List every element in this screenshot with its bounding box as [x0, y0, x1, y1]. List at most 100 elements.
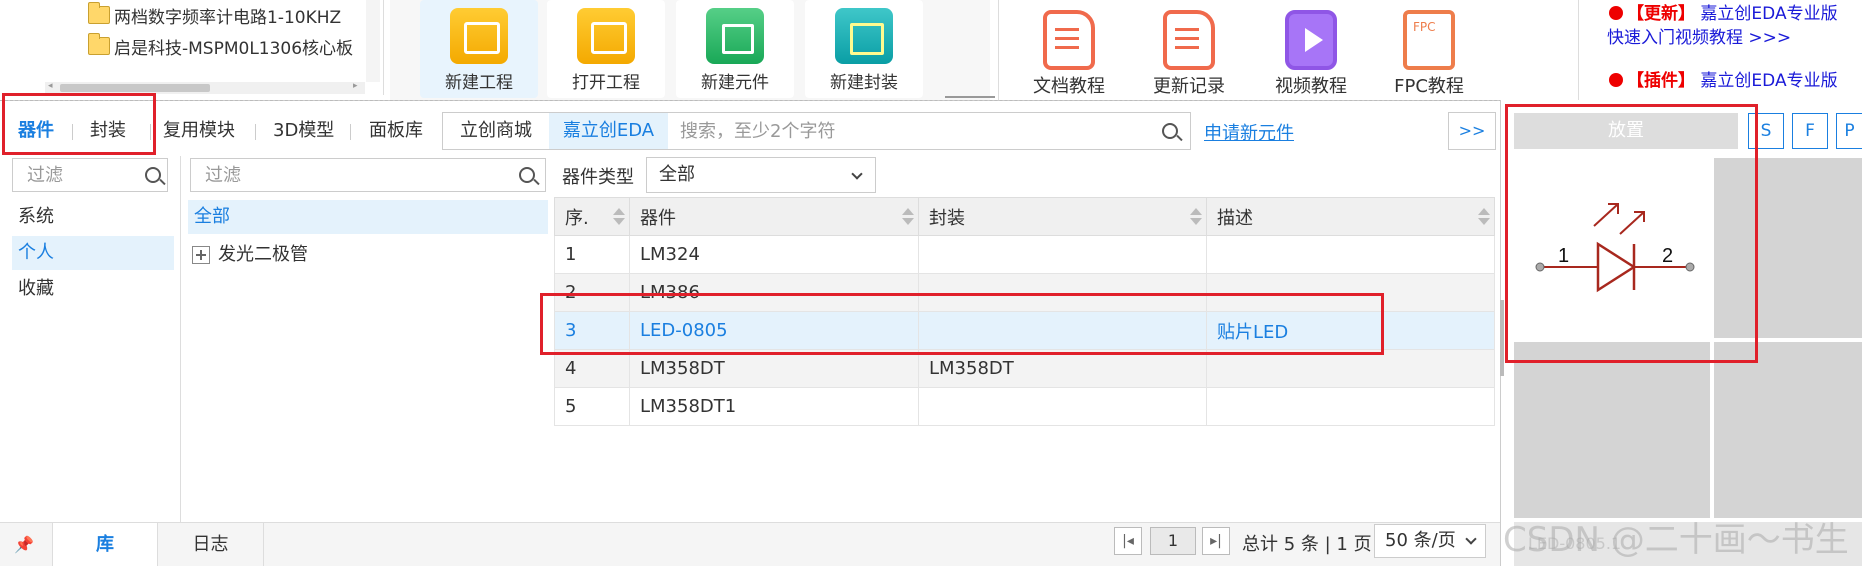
- tab-library[interactable]: 库: [52, 523, 158, 566]
- divider: [350, 124, 351, 140]
- video-tutorial-button[interactable]: 视频教程: [1251, 0, 1371, 98]
- new-footprint-button[interactable]: 新建封装: [805, 0, 923, 98]
- column-divider: [180, 156, 181, 522]
- folder-icon: [577, 8, 635, 64]
- column-header-device[interactable]: 器件: [629, 197, 919, 236]
- tree-filter-input[interactable]: [191, 159, 545, 191]
- fpc-tutorial-button[interactable]: FPC教程: [1369, 0, 1489, 98]
- new-component-button[interactable]: 新建元件: [676, 0, 794, 98]
- cell-index: 5: [554, 387, 630, 426]
- new-component-label: 新建元件: [701, 73, 769, 93]
- category-filter: [12, 158, 168, 192]
- cell-description: [1206, 349, 1495, 388]
- cell-index: 1: [554, 235, 630, 274]
- table-row[interactable]: 5 LM358DT1: [554, 387, 1495, 426]
- file-tree-item-label: 两档数字频率计电路1-10KHZ: [114, 7, 342, 28]
- category-system[interactable]: 系统: [12, 200, 174, 234]
- folder-icon: [88, 2, 110, 24]
- changelog-label: 更新记录: [1153, 76, 1225, 97]
- search-icon[interactable]: [1162, 123, 1178, 139]
- tab-reuse-module[interactable]: 复用模块: [163, 116, 235, 142]
- search-icon[interactable]: [519, 167, 535, 183]
- news-item[interactable]: 【更新】 嘉立创EDA专业版 快速入门视频教程 >>>: [1607, 3, 1838, 48]
- apply-new-component-link[interactable]: 申请新元件: [1204, 119, 1294, 145]
- device-type-label: 器件类型: [562, 167, 634, 188]
- file-tree-item[interactable]: 启是科技-MSPM0L1306核心板: [88, 31, 353, 61]
- search-icon[interactable]: [145, 167, 161, 183]
- search-input[interactable]: [668, 113, 1148, 149]
- expand-icon[interactable]: [192, 246, 210, 264]
- cell-index: 4: [554, 349, 630, 388]
- file-tree-item-label: 启是科技-MSPM0L1306核心板: [114, 38, 354, 59]
- expand-button[interactable]: >>: [1448, 112, 1496, 150]
- panel-resize-handle[interactable]: [1500, 300, 1504, 376]
- cell-footprint: LM358DT: [918, 349, 1207, 388]
- news-panel: 【更新】 嘉立创EDA专业版 快速入门视频教程 >>> 【插件】 嘉立创EDA专…: [1578, 0, 1862, 100]
- category-personal[interactable]: 个人: [12, 236, 174, 270]
- tab-panel-library[interactable]: 面板库: [369, 116, 423, 142]
- doc-tutorial-label: 文档教程: [1033, 76, 1105, 97]
- column-header-description[interactable]: 描述: [1206, 197, 1495, 236]
- file-tree-item[interactable]: 两档数字频率计电路1-10KHZ: [88, 0, 341, 30]
- bullet-icon: [1609, 73, 1623, 87]
- first-page-button[interactable]: |◂: [1114, 527, 1142, 555]
- source-jlc-eda-button[interactable]: 嘉立创EDA: [549, 112, 669, 150]
- cell-device: LM358DT1: [629, 387, 919, 426]
- column-header-index[interactable]: 序.: [554, 197, 630, 236]
- new-project-button[interactable]: 新建工程: [420, 0, 538, 98]
- pagination-total: 总计 5 条 | 1 页: [1242, 534, 1372, 555]
- search-box: [668, 112, 1191, 150]
- table-row[interactable]: 4 LM358DT LM358DT: [554, 349, 1495, 388]
- tree-filter: [190, 158, 546, 192]
- highlight-box: [540, 293, 1384, 355]
- category-filter-input[interactable]: [13, 159, 167, 191]
- open-project-button[interactable]: 打开工程: [547, 0, 665, 98]
- pcb-view-button[interactable]: P: [1836, 113, 1862, 149]
- chevron-down-icon: [851, 168, 863, 180]
- bullet-icon: [1609, 6, 1623, 20]
- news-item[interactable]: 【插件】 嘉立创EDA专业版: [1609, 70, 1838, 92]
- source-lcsc-button[interactable]: 立创商城: [442, 112, 550, 150]
- preview-pane: [1714, 342, 1862, 518]
- fpc-icon: [1403, 10, 1455, 70]
- highlight-box: [1505, 104, 1758, 363]
- doc-tutorial-button[interactable]: 文档教程: [1009, 0, 1129, 98]
- news-text[interactable]: 嘉立创EDA专业版: [1700, 4, 1837, 24]
- new-project-label: 新建工程: [445, 73, 513, 93]
- video-tutorial-label: 视频教程: [1275, 76, 1347, 97]
- changelog-button[interactable]: 更新记录: [1129, 0, 1249, 98]
- page-size-select[interactable]: 50 条/页: [1374, 524, 1486, 558]
- cell-device: LM358DT: [629, 349, 919, 388]
- tree-item-all[interactable]: 全部: [188, 200, 548, 234]
- file-tree-panel: 两档数字频率计电路1-10KHZ 启是科技-MSPM0L1306核心板: [40, 0, 384, 95]
- tab-log[interactable]: 日志: [158, 523, 264, 566]
- pin-icon[interactable]: 📌: [14, 535, 34, 554]
- cell-description: [1206, 387, 1495, 426]
- table-row[interactable]: 1 LM324: [554, 235, 1495, 274]
- device-type-select[interactable]: 全部: [646, 157, 876, 193]
- tab-3d-model[interactable]: 3D模型: [273, 116, 334, 142]
- docs-panel: 文档教程 更新记录 视频教程 FPC教程: [998, 0, 1576, 100]
- column-header-footprint[interactable]: 封装: [918, 197, 1207, 236]
- preview-pane: [1514, 342, 1710, 518]
- tree-item-led[interactable]: 发光二极管: [192, 240, 308, 270]
- footprint-view-button[interactable]: F: [1792, 113, 1828, 149]
- open-project-label: 打开工程: [572, 73, 640, 93]
- scroll-left-icon[interactable]: ◂: [48, 81, 53, 91]
- news-subtext[interactable]: 快速入门视频教程 >>>: [1607, 27, 1791, 49]
- new-footprint-label: 新建封装: [830, 73, 898, 93]
- vertical-scrollbar[interactable]: [366, 0, 380, 82]
- folder-icon: [450, 8, 508, 64]
- watermark: CSDN @二十画～书生: [1503, 520, 1849, 560]
- component-icon: [706, 8, 764, 64]
- quick-actions-panel: 新建工程 打开工程 新建元件 新建封装: [390, 0, 990, 100]
- scroll-right-icon[interactable]: ▸: [353, 81, 358, 91]
- scrollbar-thumb[interactable]: [60, 84, 210, 92]
- last-page-button[interactable]: ▸|: [1202, 527, 1230, 555]
- device-type-value: 全部: [659, 164, 695, 185]
- news-text[interactable]: 嘉立创EDA专业版: [1700, 71, 1837, 91]
- highlight-box: [2, 93, 156, 155]
- page-number[interactable]: 1: [1150, 527, 1196, 555]
- document-icon: [1163, 10, 1215, 70]
- category-favorites[interactable]: 收藏: [12, 272, 174, 306]
